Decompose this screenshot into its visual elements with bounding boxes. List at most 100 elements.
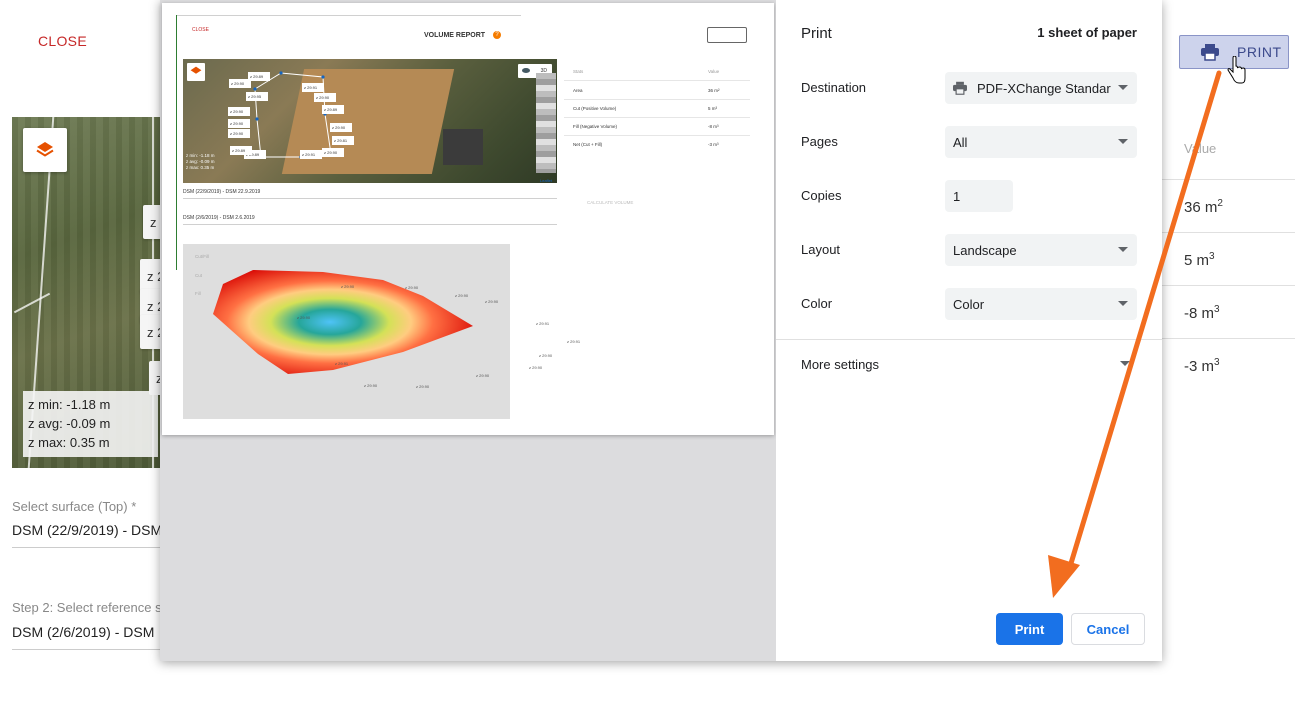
preview-chip: z 29.90 <box>330 123 352 132</box>
preview-chip: z 29.90 <box>228 107 250 116</box>
color-select[interactable]: Color <box>945 288 1137 320</box>
top-surface-label: Select surface (Top) * <box>12 499 137 514</box>
preview-point: z 29.90 <box>297 315 311 320</box>
chevron-down-icon <box>1118 139 1128 144</box>
printer-icon <box>1201 44 1219 61</box>
preview-point: z 29.90 <box>405 285 419 290</box>
preview-table-divider <box>564 135 750 136</box>
eye-icon <box>522 68 530 73</box>
z-min: z min: -1.18 m <box>28 397 111 412</box>
map-view[interactable]: z z 2 z 2 z 2 z z min: -1.18 m z avg: -0… <box>12 117 164 468</box>
destination-label: Destination <box>801 80 867 95</box>
chevron-down-icon <box>1118 85 1128 90</box>
preview-3d-heatmap: Cut/Fill Cut Fill <box>183 244 510 419</box>
preview-table-cell: Area <box>573 88 583 93</box>
preview-point: z 29.90 <box>364 383 378 388</box>
preview-table-header: Stats <box>573 69 584 74</box>
preview-table-cell: 36 m² <box>708 88 720 93</box>
pages-label: Pages <box>801 134 838 149</box>
layout-label: Layout <box>801 242 841 257</box>
table-cell-fill: -8 m3 <box>1184 304 1220 322</box>
preview-table-cell: Cut (Positive Volume) <box>573 106 617 111</box>
preview-chip: z 29.91 <box>302 83 324 92</box>
chevron-down-icon <box>1118 301 1128 306</box>
preview-table-cell: 5 m³ <box>708 106 717 111</box>
preview-chip: z 29.89 <box>230 146 252 155</box>
layers-button[interactable] <box>23 128 67 172</box>
preview-elevation-stats: z min: -1.18 m z avg: -0.09 m z max: 0.3… <box>186 153 215 170</box>
print-dialog: CLOSE VOLUME REPORT ? 3D z 29.90 z 29.95… <box>160 0 1162 661</box>
preview-table-cell: -8 m³ <box>708 124 719 129</box>
preview-chip: z 29.90 <box>228 119 250 128</box>
pages-select[interactable]: All <box>945 126 1137 158</box>
preview-chip: z 29.81 <box>332 136 354 145</box>
table-divider <box>1162 285 1295 286</box>
destination-select[interactable]: PDF-XChange Standar <box>945 72 1137 104</box>
preview-table-divider <box>564 80 750 81</box>
preview-select-underline <box>183 198 557 199</box>
preview-layers-icon <box>187 63 205 81</box>
table-cell-net: -3 m3 <box>1184 357 1220 375</box>
preview-chip: z 29.89 <box>248 72 270 81</box>
table-cell-cut: 5 m3 <box>1184 251 1215 269</box>
table-divider <box>1162 179 1295 180</box>
reference-surface-select[interactable]: DSM (2/6/2019) - DSM <box>12 624 154 640</box>
table-divider <box>1162 338 1295 339</box>
legend-cut-fill: Cut/Fill <box>195 254 210 259</box>
preview-chip: z 29.90 <box>228 129 250 138</box>
preview-point: z 29.91 <box>536 321 550 326</box>
layout-select[interactable]: Landscape <box>945 234 1137 266</box>
table-divider <box>1162 232 1295 233</box>
preview-chip: z 29.90 <box>314 93 336 102</box>
cut-fill-surface <box>213 270 473 374</box>
preview-chip: z 29.90 <box>322 148 344 157</box>
preview-point: z 29.90 <box>476 373 490 378</box>
preview-calculate-volume: CALCULATE VOLUME <box>587 200 634 205</box>
color-label: Color <box>801 296 833 311</box>
sheet-count: 1 sheet of paper <box>1037 25 1137 40</box>
top-surface-select[interactable]: DSM (22/9/2019) - DSM <box>12 522 162 538</box>
legend-cut: Cut <box>195 273 203 278</box>
more-settings-toggle[interactable]: More settings <box>801 357 879 372</box>
field-underline <box>12 649 162 650</box>
copies-input[interactable]: 1 <box>945 180 1013 212</box>
reference-surface-label: Step 2: Select reference s <box>12 600 162 615</box>
copies-label: Copies <box>801 188 842 203</box>
print-confirm-button[interactable]: Print <box>996 613 1063 645</box>
cancel-button[interactable]: Cancel <box>1071 613 1145 645</box>
print-preview-area: CLOSE VOLUME REPORT ? 3D z 29.90 z 29.95… <box>160 0 776 661</box>
preview-table-cell: -3 m³ <box>708 142 719 147</box>
preview-point: z 29.90 <box>539 353 553 358</box>
preview-table-divider <box>564 117 750 118</box>
z-max: z max: 0.35 m <box>28 435 110 450</box>
preview-print-button <box>707 27 747 43</box>
preview-reference-surface: DSM (2/6/2019) - DSM 2.6.2019 <box>183 215 255 221</box>
print-settings-panel: Print 1 sheet of paper Destination PDF-X… <box>776 0 1162 661</box>
field-line <box>13 292 51 314</box>
z-avg: z avg: -0.09 m <box>28 416 111 431</box>
preview-point: z 29.90 <box>529 365 543 370</box>
table-header-value: Value <box>1184 141 1217 156</box>
preview-table-cell: Net (Cut + Fill) <box>573 142 603 147</box>
preview-point: z 29.91 <box>335 361 349 366</box>
close-button[interactable]: CLOSE <box>38 33 87 49</box>
chevron-down-icon[interactable] <box>1120 361 1130 366</box>
preview-chip: z 29.91 <box>300 150 322 159</box>
chevron-down-icon <box>1118 247 1128 252</box>
elevation-stats: z min: -1.18 m z avg: -0.09 m z max: 0.3… <box>23 391 158 457</box>
preview-chip: z 29.89 <box>322 105 344 114</box>
preview-chip: z 29.95 <box>246 92 268 101</box>
page-border <box>176 15 177 270</box>
preview-point: z 29.90 <box>455 293 469 298</box>
leaflet-attribution: Leaflet <box>540 178 553 183</box>
preview-point: z 29.90 <box>416 384 430 389</box>
preview-close: CLOSE <box>192 27 209 33</box>
preview-title: VOLUME REPORT <box>424 32 486 39</box>
layers-icon <box>36 142 54 157</box>
preview-top-surface: DSM (22/9/2019) - DSM 22.9.2019 <box>183 189 261 195</box>
preview-select-underline <box>183 224 557 225</box>
preview-point: z 29.90 <box>485 299 499 304</box>
blurred-region <box>536 73 556 173</box>
settings-divider <box>776 339 1162 340</box>
legend-fill: Fill <box>195 291 201 296</box>
